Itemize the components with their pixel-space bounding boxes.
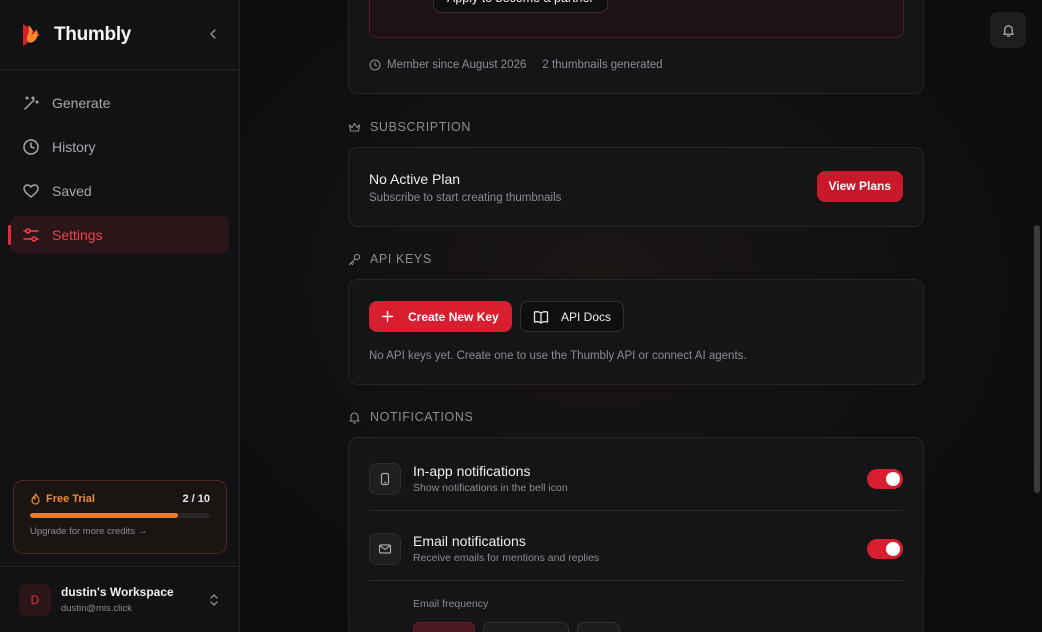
thumbly-logo-icon bbox=[23, 23, 40, 46]
in-app-subtitle: Show notifications in the bell icon bbox=[413, 482, 568, 494]
sidebar-item-history[interactable]: History bbox=[10, 128, 229, 166]
api-keys-empty-state: No API keys yet. Create one to use the T… bbox=[369, 350, 747, 362]
chevron-up-down-icon bbox=[210, 594, 218, 606]
mail-icon bbox=[369, 533, 401, 565]
clock-icon bbox=[369, 59, 381, 71]
sliders-icon bbox=[23, 228, 39, 242]
frequency-option[interactable] bbox=[483, 622, 569, 632]
member-info: Member since August 2026 2 thumbnails ge… bbox=[369, 59, 663, 71]
email-title: Email notifications bbox=[413, 533, 526, 549]
subscription-card: No Active Plan Subscribe to start creati… bbox=[348, 147, 924, 227]
email-notifications-row: Email notifications Receive emails for m… bbox=[369, 511, 903, 581]
notifications-heading: NOTIFICATIONS bbox=[348, 410, 473, 424]
sidebar-item-label: Settings bbox=[52, 227, 103, 243]
notifications-button[interactable] bbox=[990, 12, 1026, 48]
thumbnail-count: 2 thumbnails generated bbox=[542, 59, 663, 71]
trial-progress-bar bbox=[30, 513, 210, 518]
in-app-title: In-app notifications bbox=[413, 463, 531, 479]
member-since: Member since August 2026 bbox=[387, 59, 527, 71]
frequency-option[interactable] bbox=[577, 622, 620, 632]
subscription-heading: SUBSCRIPTION bbox=[348, 120, 471, 134]
settings-main: Apply to become a partner Member since A… bbox=[240, 0, 1042, 632]
workspace-name: dustin's Workspace bbox=[61, 585, 174, 599]
sidebar-nav: Generate History Saved Settings bbox=[0, 70, 239, 254]
api-keys-heading: API KEYS bbox=[348, 252, 432, 266]
bell-icon bbox=[1002, 24, 1014, 37]
workspace-switcher[interactable]: D dustin's Workspace dustin@mis.click bbox=[0, 566, 239, 632]
bell-icon bbox=[349, 411, 360, 424]
plus-icon bbox=[381, 310, 394, 323]
free-trial-card[interactable]: Free Trial 2 / 10 Upgrade for more credi… bbox=[13, 480, 227, 554]
flame-icon bbox=[31, 493, 40, 505]
wand-icon bbox=[24, 96, 39, 110]
collapse-sidebar-icon[interactable] bbox=[205, 26, 221, 42]
partner-box: Apply to become a partner bbox=[369, 0, 904, 38]
workspace-email: dustin@mis.click bbox=[61, 603, 132, 614]
crown-icon bbox=[348, 122, 361, 132]
scrollbar[interactable] bbox=[1034, 225, 1040, 493]
sidebar: Thumbly Generate History Saved Settings … bbox=[0, 0, 240, 632]
phone-icon bbox=[369, 463, 401, 495]
sidebar-header: Thumbly bbox=[0, 0, 239, 70]
heart-icon bbox=[23, 184, 39, 198]
in-app-toggle[interactable] bbox=[867, 469, 903, 489]
sidebar-item-generate[interactable]: Generate bbox=[10, 84, 229, 122]
in-app-notifications-row: In-app notifications Show notifications … bbox=[369, 441, 903, 511]
trial-progress-fill bbox=[30, 513, 178, 518]
sidebar-item-label: Generate bbox=[52, 95, 111, 111]
plan-subtitle: Subscribe to start creating thumbnails bbox=[369, 192, 562, 204]
avatar: D bbox=[19, 583, 51, 616]
api-docs-button[interactable]: API Docs bbox=[520, 301, 624, 332]
profile-card: Apply to become a partner Member since A… bbox=[348, 0, 924, 94]
plan-title: No Active Plan bbox=[369, 171, 461, 187]
clock-icon bbox=[23, 139, 39, 155]
apply-partner-button[interactable]: Apply to become a partner bbox=[433, 0, 608, 13]
sidebar-item-settings[interactable]: Settings bbox=[8, 216, 229, 254]
book-open-icon bbox=[533, 310, 549, 324]
sidebar-item-label: Saved bbox=[52, 183, 92, 199]
email-subtitle: Receive emails for mentions and replies bbox=[413, 552, 600, 564]
email-frequency-label: Email frequency bbox=[413, 598, 489, 610]
app-name: Thumbly bbox=[54, 23, 132, 45]
sidebar-item-saved[interactable]: Saved bbox=[10, 172, 229, 210]
create-new-key-button[interactable]: Create New Key bbox=[369, 301, 512, 332]
sidebar-item-label: History bbox=[52, 139, 96, 155]
frequency-option-selected[interactable] bbox=[413, 622, 475, 632]
email-toggle[interactable] bbox=[867, 539, 903, 559]
notifications-card: In-app notifications Show notifications … bbox=[348, 437, 924, 632]
view-plans-button[interactable]: View Plans bbox=[816, 171, 903, 202]
api-keys-card: Create New Key API Docs No API keys yet.… bbox=[348, 279, 924, 385]
trial-label: Free Trial bbox=[30, 493, 95, 505]
trial-count: 2 / 10 bbox=[182, 493, 210, 505]
upgrade-link[interactable]: Upgrade for more credits → bbox=[30, 526, 210, 537]
key-icon bbox=[348, 253, 361, 265]
